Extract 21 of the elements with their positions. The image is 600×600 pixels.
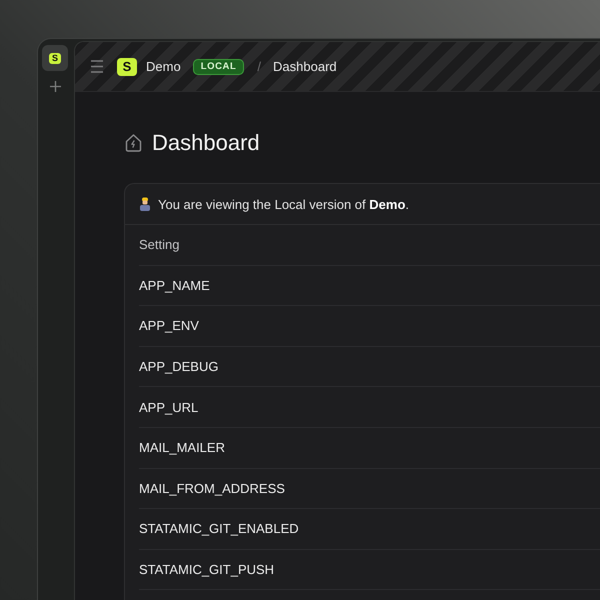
table-cell: STATAMIC_GIT_ENABLED bbox=[139, 521, 299, 536]
table-cell: MAIL_MAILER bbox=[139, 440, 225, 456]
app-logo[interactable]: S bbox=[117, 58, 137, 76]
house-bolt-icon bbox=[124, 133, 143, 153]
table-cell: MAIL_FROM_ADDRESS bbox=[139, 480, 285, 496]
environment-badge: LOCAL bbox=[192, 58, 244, 74]
breadcrumb-separator: / bbox=[257, 59, 262, 74]
site-switcher-button[interactable]: S bbox=[42, 45, 68, 71]
page-title: Dashboard bbox=[152, 130, 260, 156]
table-cell: APP_NAME bbox=[139, 278, 210, 293]
plus-icon[interactable] bbox=[50, 81, 60, 92]
table-cell: STATAMIC_GIT_PUSH bbox=[139, 562, 274, 578]
notice-text: You are viewing the Local version of Demo. bbox=[158, 196, 410, 212]
column-header: Setting bbox=[139, 237, 180, 252]
breadcrumb-current: Dashboard bbox=[273, 59, 337, 74]
table-cell: APP_URL bbox=[139, 400, 198, 415]
menu-icon[interactable] bbox=[91, 60, 103, 73]
site-name[interactable]: Demo bbox=[146, 59, 181, 74]
table-cell: APP_ENV bbox=[139, 318, 199, 334]
table-cell: APP_DEBUG bbox=[139, 359, 218, 374]
person-icon bbox=[139, 197, 151, 211]
